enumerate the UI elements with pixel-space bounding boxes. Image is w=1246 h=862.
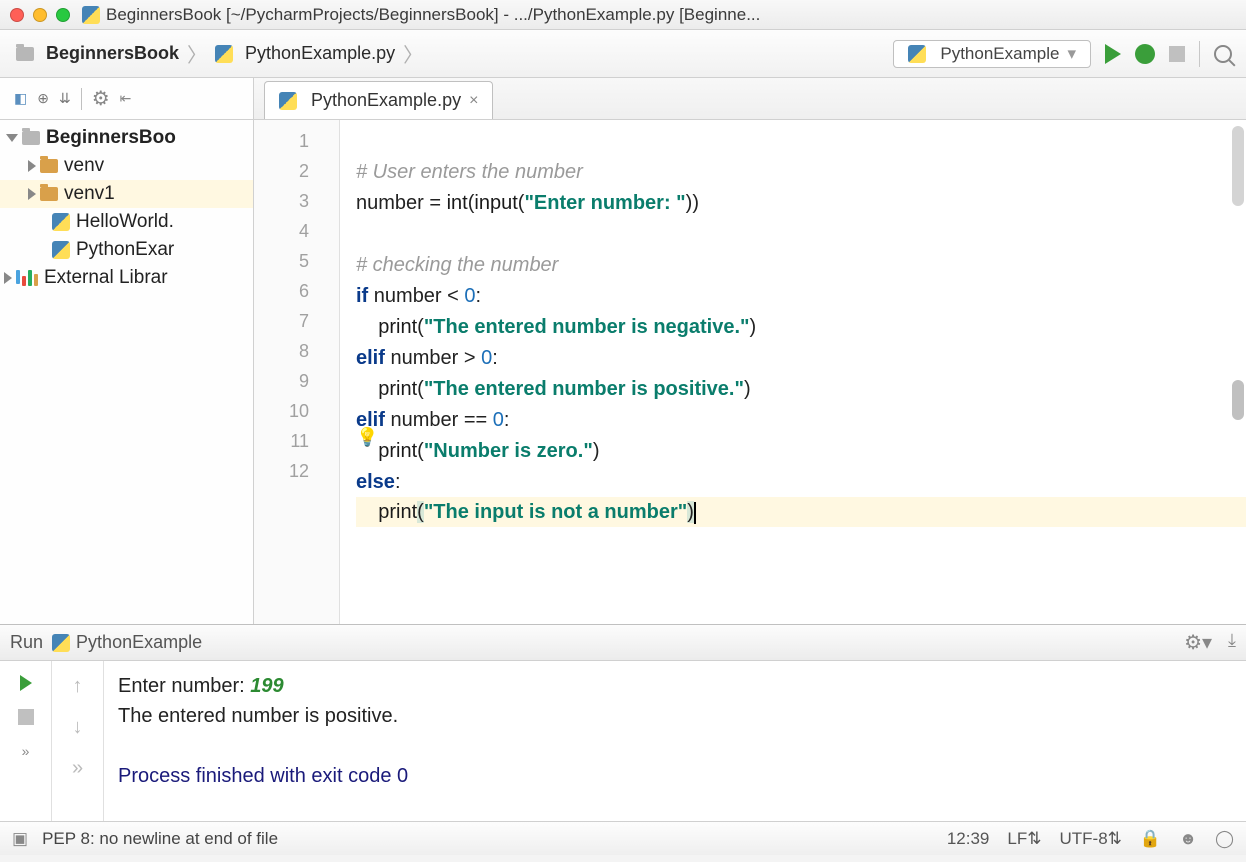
file-encoding[interactable]: UTF-8⇅ xyxy=(1059,829,1121,849)
minimize-window-icon[interactable] xyxy=(33,8,47,22)
run-controls-left: » xyxy=(0,661,52,821)
lock-icon[interactable]: 🔒 xyxy=(1140,829,1161,849)
python-icon xyxy=(908,45,926,63)
close-window-icon[interactable] xyxy=(10,8,24,22)
python-file-icon xyxy=(52,213,70,231)
hector-icon[interactable]: ☻ xyxy=(1179,829,1197,849)
down-icon[interactable]: ↓ xyxy=(73,716,83,739)
run-config-name: PythonExample xyxy=(76,632,202,653)
hide-icon[interactable]: ⇤ xyxy=(120,90,132,107)
run-panel: Run PythonExample ⚙▾ ⤓ » ↑ ↓ » Enter num… xyxy=(0,624,1246,821)
window-title: BeginnersBook [~/PycharmProjects/Beginne… xyxy=(106,5,1236,25)
tree-item-label: HelloWorld. xyxy=(76,211,174,233)
status-bar: ▣ PEP 8: no newline at end of file 12:39… xyxy=(0,821,1246,855)
run-config-name: PythonExample xyxy=(940,44,1059,64)
run-controls-nav: ↑ ↓ » xyxy=(52,661,104,821)
scrollbar-thumb[interactable] xyxy=(1232,126,1244,206)
folder-icon xyxy=(40,159,58,173)
code-content[interactable]: # User enters the number number = int(in… xyxy=(340,120,1246,624)
editor: PythonExample.py × 123456789101112 # Use… xyxy=(254,78,1246,624)
cursor-position[interactable]: 12:39 xyxy=(947,829,990,849)
search-icon[interactable] xyxy=(1214,45,1232,63)
tree-item-label: PythonExar xyxy=(76,239,174,261)
run-panel-body: » ↑ ↓ » Enter number: 199 The entered nu… xyxy=(0,661,1246,821)
line-separator[interactable]: LF⇅ xyxy=(1007,829,1041,849)
separator xyxy=(1199,41,1200,67)
console-line: The entered number is positive. xyxy=(118,701,1232,731)
chevron-right-icon: 〉 xyxy=(403,39,423,68)
sidebar-toolbar: ◧ ⊕ ⇊ ⚙ ⇤ xyxy=(0,78,253,120)
console-output[interactable]: Enter number: 199 The entered number is … xyxy=(104,661,1246,821)
folder-icon xyxy=(22,131,40,145)
tree-item-label: venv xyxy=(64,155,104,177)
breadcrumb-project[interactable]: BeginnersBook xyxy=(10,43,185,64)
tree-item-label: External Librar xyxy=(44,267,168,289)
python-file-icon xyxy=(52,241,70,259)
python-icon xyxy=(52,634,70,652)
gutter: 123456789101112 xyxy=(254,120,340,624)
tree-external-libs[interactable]: External Librar xyxy=(0,264,253,292)
tree-hello[interactable]: HelloWorld. xyxy=(0,208,253,236)
project-sidebar: ◧ ⊕ ⇊ ⚙ ⇤ BeginnersBoo venv venv1 xyxy=(0,78,254,624)
project-tree[interactable]: BeginnersBoo venv venv1 HelloWorld. Pyth… xyxy=(0,120,253,292)
chevron-right-icon: 〉 xyxy=(187,39,207,68)
folder-icon xyxy=(16,47,34,61)
editor-tab-label: PythonExample.py xyxy=(311,90,461,111)
main-split: ◧ ⊕ ⇊ ⚙ ⇤ BeginnersBoo venv venv1 xyxy=(0,78,1246,624)
run-button[interactable] xyxy=(1105,44,1121,64)
close-icon[interactable]: × xyxy=(469,92,478,110)
scrollbar-thumb[interactable] xyxy=(1232,380,1244,420)
status-message: PEP 8: no newline at end of file xyxy=(42,829,278,849)
download-icon[interactable]: ⤓ xyxy=(1228,630,1236,655)
zoom-window-icon[interactable] xyxy=(56,8,70,22)
libraries-icon xyxy=(16,270,38,286)
console-user-input: 199 xyxy=(250,675,283,697)
run-config-selector[interactable]: PythonExample ▾ xyxy=(893,40,1091,68)
navbar: BeginnersBook 〉 PythonExample.py 〉 Pytho… xyxy=(0,30,1246,78)
gear-icon[interactable]: ⚙ xyxy=(92,86,110,111)
dropdown-icon: ▾ xyxy=(1067,44,1076,64)
feedback-icon[interactable]: ◯ xyxy=(1215,829,1234,849)
console-prompt: Enter number: xyxy=(118,675,250,697)
more-icon[interactable]: » xyxy=(72,757,83,780)
rerun-button[interactable] xyxy=(20,675,32,691)
stop-button[interactable] xyxy=(1169,46,1185,62)
tool-window-icon[interactable]: ▣ xyxy=(12,829,28,849)
breadcrumb-file[interactable]: PythonExample.py xyxy=(209,43,401,64)
collapse-icon[interactable]: ⇊ xyxy=(59,90,71,107)
editor-tab-active[interactable]: PythonExample.py × xyxy=(264,81,493,119)
more-icon[interactable]: » xyxy=(22,743,30,759)
console-exit: Process finished with exit code 0 xyxy=(118,761,1232,791)
tree-root-label: BeginnersBoo xyxy=(46,127,176,149)
tree-venv[interactable]: venv xyxy=(0,152,253,180)
breadcrumb-file-label: PythonExample.py xyxy=(245,43,395,64)
tree-item-label: venv1 xyxy=(64,183,115,205)
traffic-lights xyxy=(10,8,70,22)
up-icon[interactable]: ↑ xyxy=(73,675,83,698)
run-label: Run xyxy=(10,632,43,653)
tree-pyexample[interactable]: PythonExar xyxy=(0,236,253,264)
run-panel-header: Run PythonExample ⚙▾ ⤓ xyxy=(0,625,1246,661)
python-file-icon xyxy=(279,92,297,110)
gear-icon[interactable]: ⚙▾ xyxy=(1184,630,1212,655)
tree-root[interactable]: BeginnersBoo xyxy=(0,124,253,152)
stop-button[interactable] xyxy=(18,709,34,725)
lightbulb-icon[interactable]: 💡 xyxy=(356,422,378,452)
python-file-icon xyxy=(215,45,233,63)
tree-venv1[interactable]: venv1 xyxy=(0,180,253,208)
app-doc-icon xyxy=(82,6,100,24)
expand-icon[interactable]: ⊕ xyxy=(37,90,49,107)
folder-icon xyxy=(40,187,58,201)
breadcrumb-project-label: BeginnersBook xyxy=(46,43,179,64)
editor-tabbar: PythonExample.py × xyxy=(254,78,1246,120)
locate-icon[interactable]: ◧ xyxy=(14,90,27,107)
titlebar: BeginnersBook [~/PycharmProjects/Beginne… xyxy=(0,0,1246,30)
code-area[interactable]: 123456789101112 # User enters the number… xyxy=(254,120,1246,624)
debug-button[interactable] xyxy=(1135,44,1155,64)
